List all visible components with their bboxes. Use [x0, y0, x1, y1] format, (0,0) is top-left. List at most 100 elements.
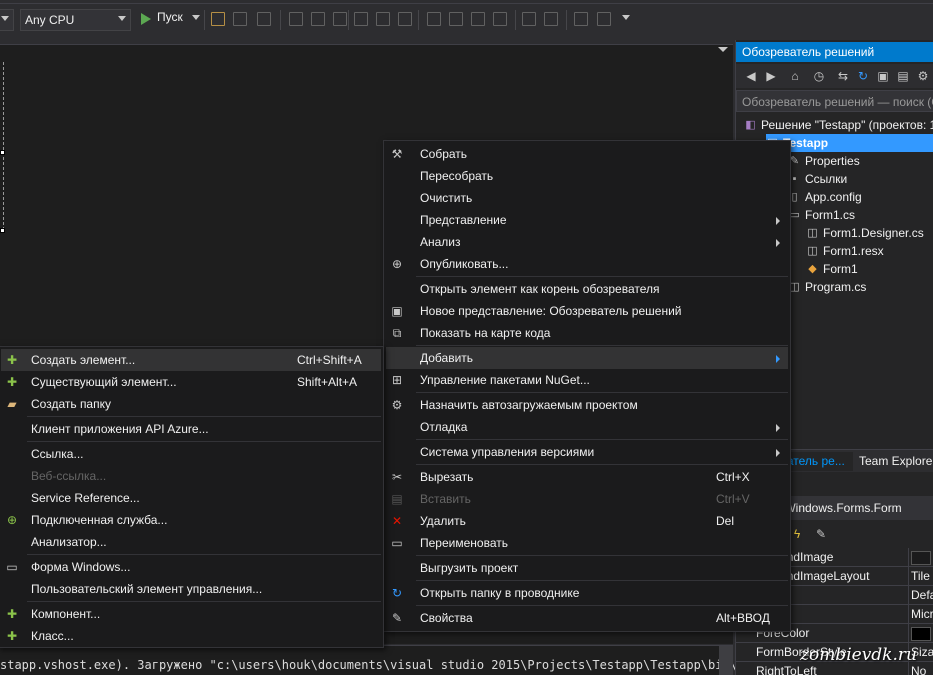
tree-item-solution[interactable]: ◧ Решение "Testapp" (проектов: 1)	[744, 116, 933, 134]
menu-item-build[interactable]: ⚒ Собрать	[386, 143, 788, 165]
home-icon[interactable]: ⌂	[788, 69, 802, 83]
collapse-all-icon[interactable]: ▣	[876, 69, 890, 83]
align-top-icon[interactable]	[354, 12, 368, 26]
menu-item-azure-api-client[interactable]: Клиент приложения API Azure...	[1, 418, 381, 440]
menu-item-analyze[interactable]: Анализ	[386, 231, 788, 253]
platform-combo[interactable]: Any CPU	[20, 9, 131, 31]
tree-item-form1-resx[interactable]: ◫ Form1.resx	[806, 242, 883, 260]
forward-icon[interactable]: ▶	[764, 69, 778, 83]
tab-list-dropdown-icon[interactable]	[718, 47, 728, 52]
tree-item-form1-designer[interactable]: ◫ Form1.Designer.cs	[806, 224, 923, 242]
menu-item-label: Вырезать	[420, 470, 474, 484]
refresh-icon[interactable]: ↻	[856, 69, 870, 83]
tree-item-properties[interactable]: ✎ Properties	[788, 152, 860, 170]
menu-item-label: Анализатор...	[31, 535, 107, 549]
menu-item-windows-form[interactable]: ▭ Форма Windows...	[1, 556, 381, 578]
menu-item-properties[interactable]: ✎ Свойства Alt+ВВОД	[386, 607, 788, 629]
toolbar-overflow-button[interactable]	[618, 9, 632, 31]
menu-item-shortcut: Ctrl+X	[716, 470, 750, 484]
menu-item-manage-nuget[interactable]: ⊞ Управление пакетами NuGet...	[386, 369, 788, 391]
horizontal-spacing-icon[interactable]	[522, 12, 536, 26]
menu-item-debug[interactable]: Отладка	[386, 416, 788, 438]
properties-icon[interactable]: ⚙	[916, 69, 930, 83]
color-swatch	[911, 626, 931, 641]
tree-item-label: Properties	[805, 154, 860, 168]
comment-icon[interactable]	[233, 12, 247, 26]
align-left-icon[interactable]	[289, 12, 303, 26]
wrench-icon: ✎	[391, 611, 403, 625]
menu-item-view[interactable]: Представление	[386, 209, 788, 231]
folder-icon[interactable]	[211, 12, 225, 26]
menu-item-show-on-code-map[interactable]: ⧉ Показать на карте кода	[386, 322, 788, 344]
sync-icon[interactable]: ⇆	[836, 69, 850, 83]
property-value	[908, 548, 933, 566]
center-vertically-icon[interactable]	[597, 12, 611, 26]
same-width-icon[interactable]	[427, 12, 441, 26]
menu-item-label: Анализ	[420, 235, 461, 249]
configuration-combo[interactable]	[0, 9, 14, 31]
menu-item-label: Система управления версиями	[420, 445, 595, 459]
menu-item-new-folder[interactable]: ▰ Создать папку	[1, 393, 381, 415]
tree-item-references[interactable]: ▪ Ссылки	[788, 170, 848, 188]
run-button[interactable]: Пуск	[139, 10, 183, 30]
menu-item-new-item[interactable]: ✚ Создать элемент... Ctrl+Shift+A	[1, 349, 381, 371]
output-window: stapp.vshost.exe). Загружено "c:\users\h…	[0, 645, 737, 675]
menu-item-unload-project[interactable]: Выгрузить проект	[386, 557, 788, 579]
menu-item-set-startup[interactable]: ⚙ Назначить автозагружаемым проектом	[386, 394, 788, 416]
align-bottom-icon[interactable]	[398, 12, 412, 26]
menu-item-component[interactable]: ✚ Компонент...	[1, 603, 381, 625]
menu-item-label: Собрать	[420, 147, 468, 161]
menu-item-service-reference[interactable]: Service Reference...	[1, 487, 381, 509]
solution-explorer-search-input[interactable]: Обозреватель решений — поиск (Ctrl+;)	[736, 90, 933, 112]
tree-item-label: Ссылки	[805, 172, 848, 186]
menu-item-existing-item[interactable]: ✚ Существующий элемент... Shift+Alt+A	[1, 371, 381, 393]
menu-item-open-in-explorer[interactable]: ↻ Открыть папку в проводнике	[386, 582, 788, 604]
resize-grip[interactable]	[0, 228, 5, 233]
tree-item-app-config[interactable]: ▯ App.config	[788, 188, 861, 206]
menu-item-label: Создать элемент...	[31, 353, 136, 367]
align-grid-icon[interactable]	[257, 12, 271, 26]
menu-item-delete[interactable]: ✕ Удалить Del	[386, 510, 788, 532]
snap-to-grid-icon[interactable]	[493, 12, 507, 26]
menu-item-analyzer[interactable]: Анализатор...	[1, 531, 381, 553]
menu-item-source-control[interactable]: Система управления версиями	[386, 441, 788, 463]
align-middle-icon[interactable]	[376, 12, 390, 26]
run-options-dropdown[interactable]	[186, 9, 200, 31]
property-pages-icon[interactable]: ✎	[812, 525, 830, 543]
center-horizontally-icon[interactable]	[574, 12, 588, 26]
tree-item-program-cs[interactable]: ◫ Program.cs	[788, 278, 866, 296]
menu-item-new-solution-view[interactable]: ▣ Новое представление: Обозреватель реше…	[386, 300, 788, 322]
platform-combo-value: Any CPU	[25, 13, 75, 27]
menu-item-clean[interactable]: Очистить	[386, 187, 788, 209]
menu-item-user-control[interactable]: Пользовательский элемент управления...	[1, 578, 381, 600]
tree-item-form1-cs[interactable]: ▭ Form1.cs	[788, 206, 855, 224]
menu-item-connected-service[interactable]: ⊕ Подключенная служба...	[1, 509, 381, 531]
form-canvas-edge[interactable]	[0, 62, 4, 230]
menu-item-add[interactable]: Добавить	[386, 347, 788, 369]
tab-team-explorer[interactable]: Team Explorer	[855, 452, 933, 471]
align-center-icon[interactable]	[311, 12, 325, 26]
menu-item-label: Создать папку	[31, 397, 111, 411]
menu-item-publish[interactable]: ⊕ Опубликовать...	[386, 253, 788, 275]
show-all-files-icon[interactable]: ▤	[896, 69, 910, 83]
menu-item-label: Отладка	[420, 420, 468, 434]
tree-item-form1-class[interactable]: ◆ Form1	[806, 260, 857, 278]
align-right-icon[interactable]	[333, 12, 347, 26]
tree-item-project[interactable]: ▤Testapp	[766, 134, 933, 152]
menu-item-web-reference[interactable]: Веб-ссылка...	[1, 465, 381, 487]
resize-grip[interactable]	[0, 150, 5, 155]
back-icon[interactable]: ◀	[744, 69, 758, 83]
vertical-spacing-icon[interactable]	[544, 12, 558, 26]
menu-item-rebuild[interactable]: Пересобрать	[386, 165, 788, 187]
same-size-icon[interactable]	[471, 12, 485, 26]
output-scrollbar[interactable]	[719, 646, 733, 675]
menu-item-class[interactable]: ✚ Класс...	[1, 625, 381, 647]
menu-item-label: Веб-ссылка...	[31, 469, 107, 483]
menu-item-scope-to-this[interactable]: Открыть элемент как корень обозревателя	[386, 278, 788, 300]
menu-item-rename[interactable]: ▭ Переименовать	[386, 532, 788, 554]
menu-item-reference[interactable]: Ссылка...	[1, 443, 381, 465]
same-height-icon[interactable]	[449, 12, 463, 26]
history-icon[interactable]: ◷	[812, 69, 826, 83]
menu-item-cut[interactable]: ✂ Вырезать Ctrl+X	[386, 466, 788, 488]
menu-item-paste[interactable]: ▤ Вставить Ctrl+V	[386, 488, 788, 510]
